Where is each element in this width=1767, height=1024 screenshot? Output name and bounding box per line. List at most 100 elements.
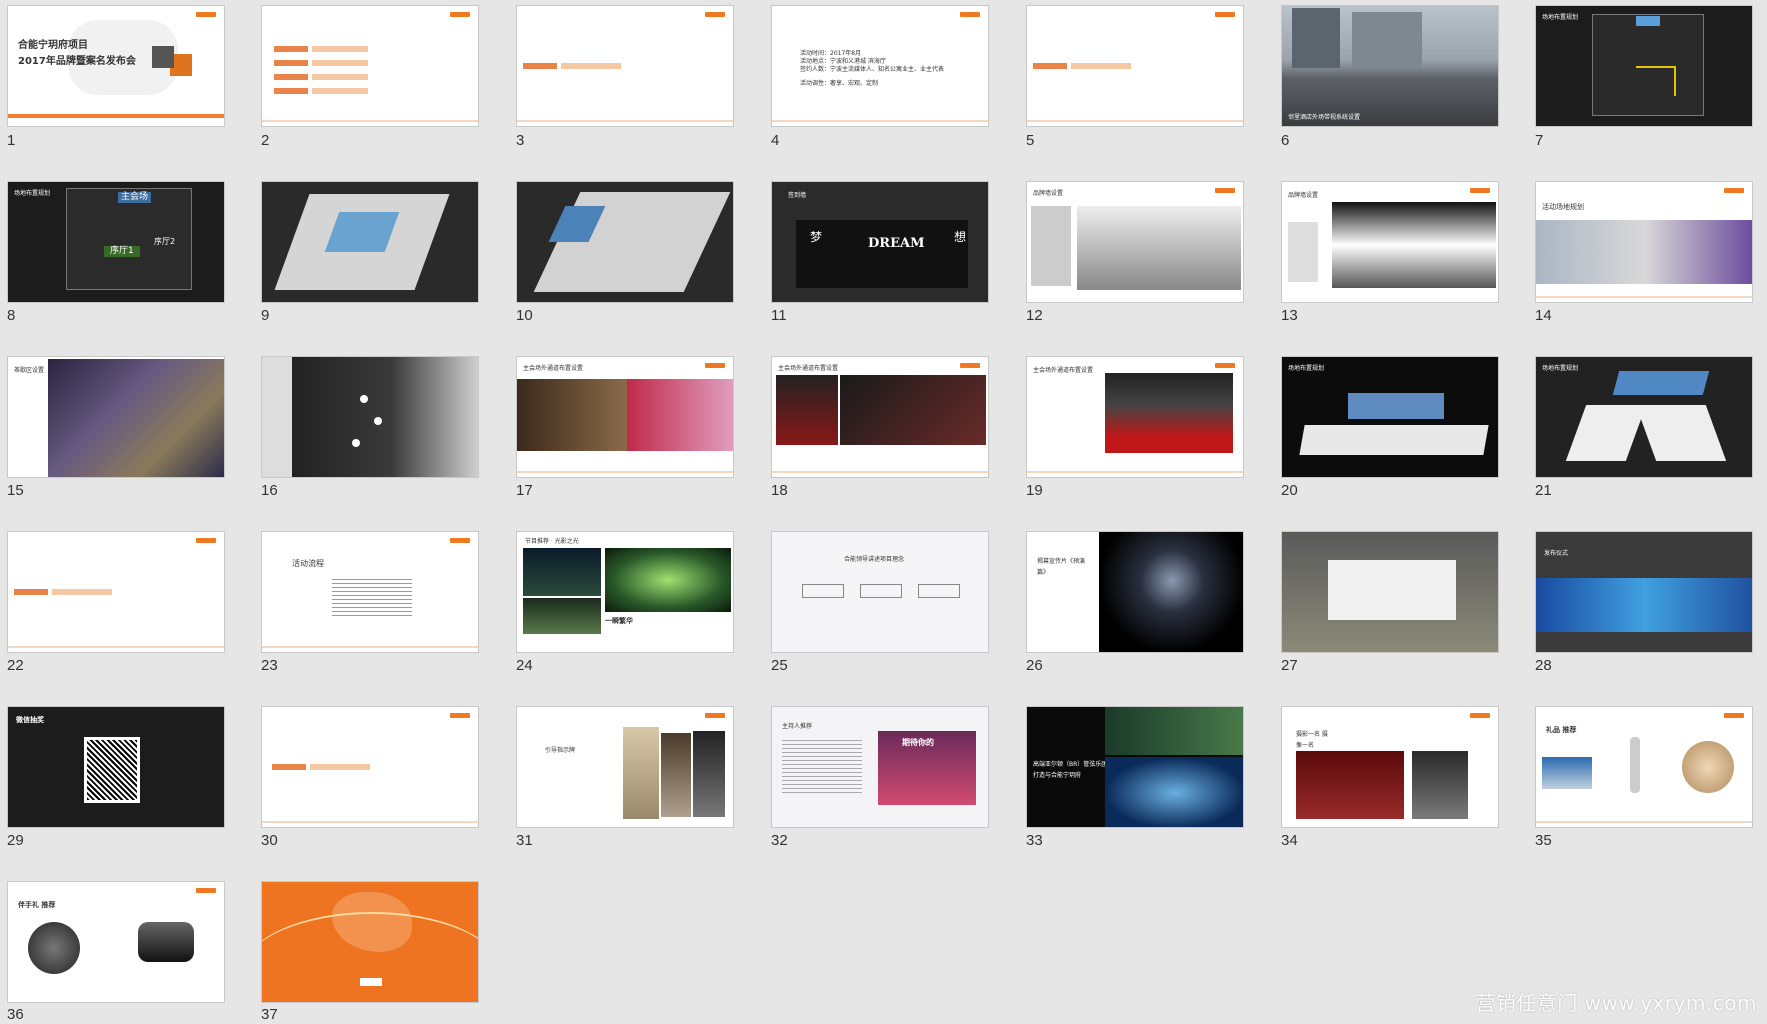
slide-thumbnail-23[interactable]: 活动流程: [261, 531, 479, 653]
signage-render: [623, 727, 659, 819]
3d-venue-render: [533, 192, 731, 292]
slide-thumbnail-20[interactable]: 场地布置规划: [1281, 356, 1499, 478]
slide-thumbnail-28[interactable]: 发布仪式: [1535, 531, 1753, 653]
photographer-photo: [1412, 751, 1468, 819]
host-poster-text: 期待你的: [902, 738, 934, 747]
slide25-title: 合能领导讲述项目理念: [844, 556, 905, 563]
slide-thumbnail-31[interactable]: 引导指示牌: [516, 706, 734, 828]
slide-thumbnail-5[interactable]: [1026, 5, 1244, 127]
slide-thumbnail-10[interactable]: [516, 181, 734, 303]
slide-thumbnail-30[interactable]: [261, 706, 479, 828]
slide-thumbnail-18[interactable]: 主会场外通道布置设置: [771, 356, 989, 478]
slide-number: 4: [771, 132, 780, 149]
slide-thumbnail-9[interactable]: [261, 181, 479, 303]
slide-thumbnail-4[interactable]: 活动时间：2017年8月 活动地点：宁波和义港城 滨海厅 签约人数：宁波主流媒体…: [771, 5, 989, 127]
agenda-bar: [274, 60, 308, 66]
slide-thumbnail-6[interactable]: 邻里酒店外场带视系统设置: [1281, 5, 1499, 127]
stage-icon: [1636, 16, 1660, 26]
slide-thumbnail-32[interactable]: 主持人推荐 期待你的: [771, 706, 989, 828]
brand-logo: [1724, 713, 1744, 718]
slide20-title: 场地布置规划: [1288, 365, 1325, 372]
step-box: [918, 584, 960, 598]
slide-thumbnail-37[interactable]: [261, 881, 479, 1003]
agenda-bar: [274, 74, 308, 80]
slide14-title: 活动场地规划: [1542, 203, 1584, 211]
slide-thumbnail-27[interactable]: [1281, 531, 1499, 653]
robot-vacuum-photo: [1682, 741, 1734, 793]
signage-render: [693, 731, 725, 817]
slide-thumbnail-7[interactable]: 场地布置规划: [1535, 5, 1753, 127]
concert-photo: [1099, 532, 1243, 652]
brand-logo: [450, 12, 470, 17]
slide-number: 8: [7, 307, 16, 324]
slide-thumbnail-8[interactable]: 场地布置规划 主会场 序厅1 序厅2: [7, 181, 225, 303]
tea-break-photo: [48, 359, 224, 477]
slide-number: 33: [1026, 832, 1043, 849]
brand-logo: [196, 538, 216, 543]
orange-footer-band: [8, 114, 224, 118]
slide31-title: 引导指示牌: [545, 747, 576, 754]
slide-thumbnail-12[interactable]: 品牌墙设置: [1026, 181, 1244, 303]
slide-thumbnail-33[interactable]: 高端亚尔顿（BR）管弦乐团打造与合能宁玥府: [1026, 706, 1244, 828]
slide-thumbnail-22[interactable]: [7, 531, 225, 653]
route-line: [1674, 66, 1676, 96]
footer-line: [262, 821, 478, 823]
slide-thumbnail-29[interactable]: 微信抽奖: [7, 706, 225, 828]
route-line: [1636, 66, 1676, 68]
slide-thumbnail-3[interactable]: [516, 5, 734, 127]
stage-screen: [1348, 393, 1444, 419]
host-text-lines: [782, 737, 862, 793]
slide-number: 20: [1281, 482, 1298, 499]
slide-number: 6: [1281, 132, 1290, 149]
slide-thumbnail-25[interactable]: 合能领导讲述项目理念: [771, 531, 989, 653]
ceremony-photo: [1536, 578, 1752, 632]
brand-logo-badge: [360, 978, 382, 986]
corridor-render: [262, 357, 292, 477]
brand-wall-render: [1288, 222, 1318, 282]
slide-thumbnail-24[interactable]: 节目推荐 · 光影之光 一瞬繁华: [516, 531, 734, 653]
agenda-bar: [312, 74, 368, 80]
brand-logo: [1470, 713, 1490, 718]
section-bar: [272, 764, 306, 770]
display-board: [1328, 560, 1456, 620]
slide-number: 18: [771, 482, 788, 499]
slide21-title: 场地布置规划: [1542, 365, 1579, 372]
slide-number: 21: [1535, 482, 1552, 499]
slide-number: 9: [261, 307, 270, 324]
slide-thumbnail-2[interactable]: [261, 5, 479, 127]
slide-thumbnail-17[interactable]: 主会场外通道布置设置: [516, 356, 734, 478]
slide-thumbnail-21[interactable]: 场地布置规划: [1535, 356, 1753, 478]
footer-line: [1536, 296, 1752, 298]
press-photo: [776, 375, 838, 445]
seating-block: [1635, 405, 1727, 461]
orchestra-photo: [1105, 707, 1243, 755]
corridor-dot: [352, 439, 360, 447]
slide12-title: 品牌墙设置: [1033, 190, 1064, 197]
slide-thumbnail-13[interactable]: 品牌墙设置: [1281, 181, 1499, 303]
slide-number: 14: [1535, 307, 1552, 324]
footer-line: [1027, 120, 1243, 122]
laptop-photo: [1542, 757, 1592, 789]
slide-thumbnail-1[interactable]: 合能宁玥府项目 2017年品牌暨案名发布会: [7, 5, 225, 127]
slide-thumbnail-34[interactable]: 摄影一名 摄像一名: [1281, 706, 1499, 828]
slide-thumbnail-35[interactable]: 礼品 推荐: [1535, 706, 1753, 828]
floor-plan: [1592, 14, 1704, 116]
slide-thumbnail-14[interactable]: 活动场地规划: [1535, 181, 1753, 303]
slide-number: 16: [261, 482, 278, 499]
press-photo: [840, 375, 986, 445]
slide-thumbnail-15[interactable]: 茶歇区设置: [7, 356, 225, 478]
slide-thumbnail-16[interactable]: [261, 356, 479, 478]
slide1-title-line2: 2017年品牌暨案名发布会: [18, 56, 136, 67]
slide-number: 28: [1535, 657, 1552, 674]
slide34-title: 摄影一名 摄像一名: [1296, 731, 1328, 749]
slide-thumbnail-26[interactable]: 揭幕宣传片《预演篇》: [1026, 531, 1244, 653]
brand-logo: [1215, 12, 1235, 17]
red-carpet-photo: [517, 379, 627, 451]
signage-render: [661, 733, 691, 817]
slide7-title: 场地布置规划: [1542, 14, 1579, 21]
brand-logo: [960, 363, 980, 368]
slide-thumbnail-36[interactable]: 伴手礼 推荐: [7, 881, 225, 1003]
slide-thumbnail-19[interactable]: 主会场外通道布置设置: [1026, 356, 1244, 478]
watermark: 营销任意门 www.yxrym.com: [1475, 991, 1757, 1015]
slide-thumbnail-11[interactable]: 签到墙 DREAM 梦 想: [771, 181, 989, 303]
